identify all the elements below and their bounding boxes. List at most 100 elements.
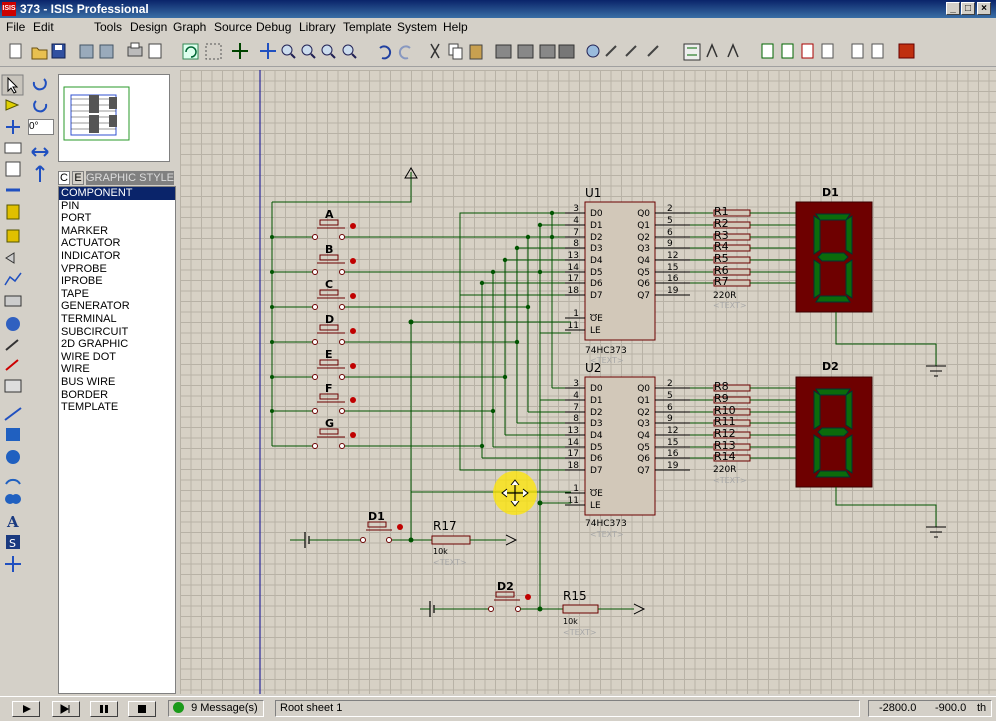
latch-button-d2[interactable]: D2 R15 10k <TEXT> [420,580,646,637]
grid-toggle-icon[interactable] [205,43,222,60]
new-file-icon[interactable] [9,43,22,59]
print-area-icon[interactable] [148,43,162,59]
list-item-iprobe[interactable]: IPROBE [59,275,175,288]
list-item-tape[interactable]: TAPE [59,288,175,301]
save-icon[interactable] [51,43,66,59]
rotate-anticlockwise-icon[interactable] [33,100,48,113]
list-item-wire[interactable]: WIRE [59,363,175,376]
text-script-icon[interactable] [5,161,21,177]
menu-tools[interactable]: Tools [94,20,122,34]
remove-sheet-icon[interactable] [801,43,814,59]
list-item-component[interactable]: COMPONENT [59,187,175,200]
pause-button[interactable] [90,701,118,717]
pushbutton-group[interactable]: A B C D E F G [272,208,360,449]
resistor-array-r8-r14[interactable]: R8R9R10R11R12R13R14 [713,380,796,463]
copy-icon[interactable] [448,43,463,60]
seven-segment-display-d2[interactable]: D2 [795,360,946,538]
list-item-pin[interactable]: PIN [59,200,175,213]
list-item-indicator[interactable]: INDICATOR [59,250,175,263]
menu-debug[interactable]: Debug [256,20,291,34]
bill-of-materials-icon[interactable] [851,43,864,59]
list-item-wire-dot[interactable]: WIRE DOT [59,351,175,364]
property-assignment-icon[interactable] [727,43,739,58]
list-item-actuator[interactable]: ACTUATOR [59,237,175,250]
export-icon[interactable] [99,44,114,59]
tab-graphic-styles[interactable]: GRAPHIC STYLES [86,171,174,185]
rotation-input[interactable]: 0° [28,119,54,135]
tape-recorder-icon[interactable] [4,295,22,307]
list-item-template[interactable]: TEMPLATE [59,401,175,414]
list-item-2d-graphic[interactable]: 2D GRAPHIC [59,338,175,351]
selection-mode-icon[interactable] [1,74,24,96]
list-item-generator[interactable]: GENERATOR [59,300,175,313]
graph-icon[interactable] [4,272,22,286]
block-rotate-icon[interactable] [539,44,556,59]
list-item-marker[interactable]: MARKER [59,225,175,238]
seven-segment-display-d1[interactable]: D1 [795,186,946,377]
rotate-clockwise-icon[interactable] [32,78,47,91]
menu-template[interactable]: Template [343,20,392,34]
list-item-port[interactable]: PORT [59,212,175,225]
paste-icon[interactable] [469,44,483,60]
pick-device-icon[interactable] [586,44,600,58]
current-probe-icon[interactable] [5,359,19,371]
list-item-vprobe[interactable]: VPROBE [59,263,175,276]
overview-window[interactable] [58,74,170,162]
decompose-icon[interactable] [647,45,659,57]
new-sheet-icon[interactable] [761,43,774,59]
wire-label-icon[interactable] [4,142,22,154]
messages-panel[interactable]: 9 Message(s) [168,700,264,717]
menu-help[interactable]: Help [443,20,468,34]
line-icon[interactable] [4,407,22,421]
text-icon[interactable]: A [6,513,19,531]
menu-design[interactable]: Design [130,20,167,34]
menu-file[interactable]: File [6,20,25,34]
tab-e[interactable]: E [72,171,84,185]
menu-edit[interactable]: Edit [33,20,54,34]
subcircuit-icon[interactable] [6,204,20,220]
mirror-x-icon[interactable] [31,147,49,157]
component-mode-icon[interactable] [5,99,20,111]
schematic-canvas[interactable]: U1 74HC373 <TEXT> 3 D0 4 D1 7 D2 8 D3 13 D4 14 D5 17… [180,70,996,694]
cut-icon[interactable] [430,43,440,59]
add-sheet-icon[interactable] [781,43,794,59]
list-item-subcircuit[interactable]: SUBCIRCUIT [59,326,175,339]
make-device-icon[interactable] [605,45,617,57]
menu-library[interactable]: Library [299,20,336,34]
maximize-button[interactable]: □ [961,2,975,15]
generator-icon[interactable] [6,317,20,331]
netlist-to-ares-icon[interactable] [898,43,915,59]
voltage-probe-icon[interactable] [5,339,19,351]
origin-icon[interactable] [232,43,248,59]
zoom-area-icon[interactable] [342,44,357,59]
zoom-out-icon[interactable] [301,44,316,59]
print-icon[interactable] [127,42,143,57]
menu-system[interactable]: System [397,20,437,34]
terminal-icon[interactable] [6,229,20,243]
circle-icon[interactable] [6,450,20,464]
close-button[interactable]: × [977,2,991,15]
device-pin-icon[interactable] [5,252,15,264]
list-item-terminal[interactable]: TERMINAL [59,313,175,326]
search-tag-icon[interactable] [706,43,718,58]
pan-icon[interactable] [260,43,276,59]
mode-list[interactable]: COMPONENT PIN PORT MARKER ACTUATOR INDIC… [58,186,176,694]
chip-u2[interactable]: U2 74HC373 <TEXT> 3 D0 4 D1 7 D2 8 D3 13 D4 14 D5 17… [565,361,713,539]
block-move-icon[interactable] [517,44,534,59]
redo-icon[interactable] [398,45,411,60]
list-item-bus-wire[interactable]: BUS WIRE [59,376,175,389]
mirror-y-icon[interactable] [35,165,45,182]
play-button[interactable] [12,701,40,717]
latch-button-d1[interactable]: D1 R17 10k <TEXT> [290,510,518,567]
refresh-icon[interactable] [182,43,199,60]
path-icon[interactable] [5,494,21,504]
tab-components[interactable]: C [58,171,70,185]
minimize-button[interactable]: _ [946,2,960,15]
stop-button[interactable] [128,701,156,717]
resistor-array-r1-r7[interactable]: R1R2R3R4R5R6R7 [713,205,796,288]
step-button[interactable] [52,701,80,717]
menu-source[interactable]: Source [214,20,252,34]
chip-u1[interactable]: U1 74HC373 <TEXT> 3 D04 D17 D28 D313 D414 D517… [565,186,713,365]
arc-icon[interactable] [5,478,21,485]
electrical-rules-icon[interactable] [871,43,884,59]
